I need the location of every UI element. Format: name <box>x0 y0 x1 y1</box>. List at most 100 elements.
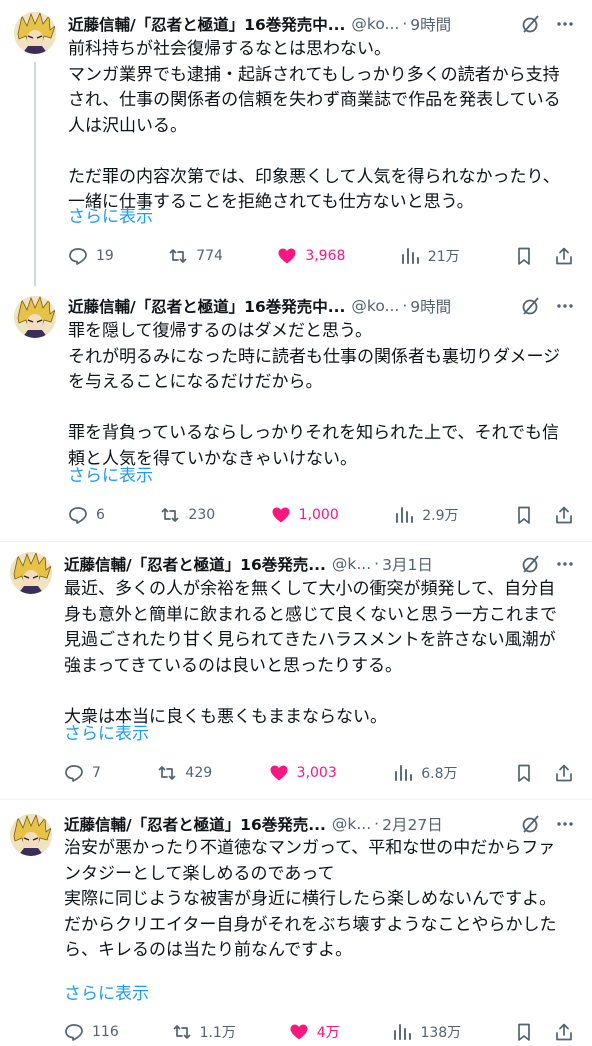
bookmark-icon <box>518 1023 530 1041</box>
reply-icon <box>69 248 87 265</box>
tweet-text: 最近、多くの人が余裕を無くして大小の衝突が頻発して、自分自身も意外と簡単に飲まれ… <box>64 579 557 727</box>
heart-icon <box>270 765 288 781</box>
like-count: 1,000 <box>298 507 339 523</box>
like-button[interactable]: 3,003 <box>269 763 337 783</box>
share-icon <box>556 1023 572 1041</box>
views-count: 2.9万 <box>422 508 459 524</box>
more-options-icon[interactable] <box>554 295 576 317</box>
views-chart-icon <box>396 507 414 523</box>
user-handle[interactable]: @k... <box>332 555 371 573</box>
avatar[interactable] <box>10 814 52 856</box>
display-name[interactable]: 近藤信輔/「忍者と極道」16巻発売中... <box>68 295 345 317</box>
tweet-actions: 6 230 1,000 2.9万 <box>68 502 574 528</box>
tweet-2[interactable]: 近藤信輔/「忍者と極道」16巻発売中... @ko... · 9時間 罪を隠して… <box>0 290 592 540</box>
user-handle[interactable]: @k... <box>332 815 371 833</box>
bookmark-icon <box>518 764 530 782</box>
bookmark-icon <box>518 506 530 524</box>
repost-count: 1.1万 <box>199 1025 236 1041</box>
share-button[interactable] <box>554 505 574 525</box>
like-button[interactable]: 4万 <box>289 1022 340 1042</box>
reply-button[interactable]: 7 <box>64 763 101 783</box>
views-chart-icon <box>395 765 413 781</box>
bookmark-icon <box>518 247 530 265</box>
repost-button[interactable]: 230 <box>160 505 215 525</box>
timestamp[interactable]: 2月27日 <box>382 813 443 835</box>
separator-dot: · <box>402 297 408 315</box>
share-button[interactable] <box>554 1022 574 1042</box>
reply-count: 116 <box>92 1024 119 1040</box>
reply-count: 6 <box>96 507 105 523</box>
like-count: 4万 <box>316 1025 340 1041</box>
share-button[interactable] <box>554 246 574 266</box>
heart-icon <box>290 1024 308 1040</box>
views-count: 138万 <box>420 1025 462 1041</box>
timestamp[interactable]: 3月1日 <box>382 553 433 575</box>
repost-count: 429 <box>185 765 213 781</box>
like-count: 3,003 <box>296 765 337 781</box>
reply-icon <box>69 507 87 524</box>
heart-icon <box>272 507 290 523</box>
like-count: 3,968 <box>305 248 346 264</box>
separator-dot: · <box>374 815 380 833</box>
display-name[interactable]: 近藤信輔/「忍者と極道」16巻発売... <box>64 813 326 835</box>
more-options-icon[interactable] <box>554 13 576 35</box>
timestamp[interactable]: 9時間 <box>410 13 451 35</box>
tweet-text: 罪を隠して復帰するのはダメだと思う。 それが明るみになった時に読者も仕事の関係者… <box>68 321 561 469</box>
share-button[interactable] <box>554 763 574 783</box>
reply-button[interactable]: 6 <box>68 505 105 525</box>
avatar[interactable] <box>14 12 56 54</box>
reply-count: 19 <box>96 248 114 264</box>
more-options-icon[interactable] <box>554 553 576 575</box>
bookmark-button[interactable] <box>514 1022 534 1042</box>
bookmark-button[interactable] <box>514 246 534 266</box>
share-icon <box>556 247 572 265</box>
avatar[interactable] <box>14 296 56 338</box>
share-icon <box>556 506 572 524</box>
show-more-link[interactable]: さらに表示 <box>68 205 153 229</box>
views-button[interactable]: 2.9万 <box>394 505 459 525</box>
views-chart-icon <box>401 248 419 264</box>
repost-button[interactable]: 1.1万 <box>172 1022 236 1042</box>
user-handle[interactable]: @ko... <box>351 297 399 315</box>
more-options-icon[interactable] <box>554 813 576 835</box>
reply-icon <box>65 1024 83 1041</box>
share-icon <box>556 764 572 782</box>
repost-icon <box>169 249 187 263</box>
tweet-3[interactable]: 近藤信輔/「忍者と極道」16巻発売... @k... · 3月1日 最近、多くの… <box>0 542 592 798</box>
tweet-4[interactable]: 近藤信輔/「忍者と極道」16巻発売... @k... · 2月27日 治安が悪か… <box>0 800 592 1046</box>
repost-icon <box>173 1025 190 1039</box>
repost-button[interactable]: 429 <box>157 763 212 783</box>
views-button[interactable]: 6.8万 <box>393 763 458 783</box>
reply-icon <box>65 765 83 782</box>
grok-icon[interactable] <box>520 553 542 575</box>
tweet-actions: 7 429 3,003 6.8万 <box>64 760 574 786</box>
show-more-link[interactable]: さらに表示 <box>68 464 153 488</box>
reply-button[interactable]: 116 <box>64 1022 119 1042</box>
grok-icon[interactable] <box>520 813 542 835</box>
show-more-link[interactable]: さらに表示 <box>64 982 149 1006</box>
display-name[interactable]: 近藤信輔/「忍者と極道」16巻発売... <box>64 553 326 575</box>
like-button[interactable]: 1,000 <box>271 505 339 525</box>
timestamp[interactable]: 9時間 <box>410 295 451 317</box>
like-button[interactable]: 3,968 <box>277 246 345 266</box>
repost-button[interactable]: 774 <box>168 246 223 266</box>
views-button[interactable]: 21万 <box>400 246 460 266</box>
views-button[interactable]: 138万 <box>392 1022 461 1042</box>
repost-count: 774 <box>196 248 223 264</box>
heart-icon <box>278 248 296 264</box>
tweet-text: 前科持ちが社会復帰するなとは思わない。 マンガ業界でも逮捕・起訴されてもしっかり… <box>68 39 561 212</box>
tweet-actions: 19 774 3,968 21万 <box>68 243 574 269</box>
repost-count: 230 <box>188 507 216 523</box>
user-handle[interactable]: @ko... <box>351 15 399 33</box>
grok-icon[interactable] <box>520 295 542 317</box>
reply-button[interactable]: 19 <box>68 246 114 266</box>
repost-icon <box>162 508 179 522</box>
bookmark-button[interactable] <box>514 763 534 783</box>
tweet-1[interactable]: 近藤信輔/「忍者と極道」16巻発売中... @ko... · 9時間 前科持ちが… <box>0 0 592 290</box>
views-count: 21万 <box>427 249 460 265</box>
display-name[interactable]: 近藤信輔/「忍者と極道」16巻発売中... <box>68 13 345 35</box>
show-more-link[interactable]: さらに表示 <box>64 722 149 746</box>
avatar[interactable] <box>10 552 52 594</box>
grok-icon[interactable] <box>520 13 542 35</box>
bookmark-button[interactable] <box>514 505 534 525</box>
